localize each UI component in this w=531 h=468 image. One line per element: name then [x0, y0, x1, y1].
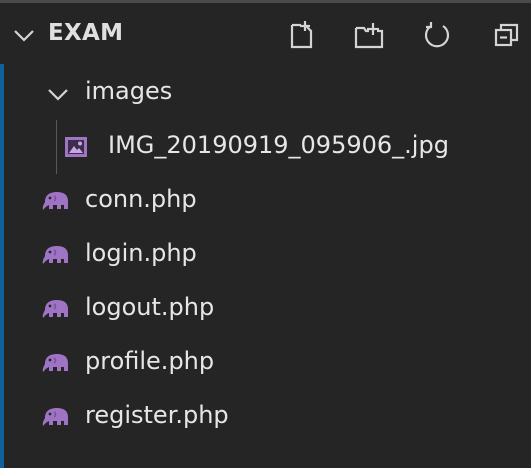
file-label: register.php	[85, 401, 229, 429]
tree-item-file-image[interactable]: IMG_20190919_095906_.jpg	[4, 120, 531, 174]
file-explorer: EXAM images IMG_20190919_095906_.jpg con…	[0, 0, 531, 468]
tree-item-file-php[interactable]: conn.php	[4, 174, 531, 228]
explorer-section-header[interactable]: EXAM	[0, 4, 531, 64]
new-folder-icon[interactable]	[350, 16, 388, 54]
refresh-icon[interactable]	[418, 16, 456, 54]
chevron-down-icon[interactable]	[47, 87, 69, 106]
file-tree: images IMG_20190919_095906_.jpg conn.php…	[0, 64, 531, 468]
php-elephant-icon	[42, 298, 70, 324]
collapse-all-icon[interactable]	[488, 16, 526, 54]
php-elephant-icon	[42, 352, 70, 378]
tree-item-file-php[interactable]: login.php	[4, 228, 531, 282]
php-elephant-icon	[42, 190, 70, 216]
file-label: IMG_20190919_095906_.jpg	[108, 131, 449, 159]
file-label: profile.php	[85, 347, 215, 375]
php-elephant-icon	[42, 244, 70, 270]
tree-item-file-php[interactable]: register.php	[4, 390, 531, 444]
new-file-icon[interactable]	[282, 16, 320, 54]
chevron-down-icon[interactable]	[13, 28, 35, 47]
file-label: conn.php	[85, 185, 197, 213]
folder-label: images	[85, 77, 173, 105]
tree-item-file-php[interactable]: logout.php	[4, 282, 531, 336]
image-file-icon	[64, 136, 88, 162]
tree-item-file-php[interactable]: profile.php	[4, 336, 531, 390]
file-label: logout.php	[85, 293, 215, 321]
php-elephant-icon	[42, 406, 70, 432]
tree-item-folder-images[interactable]: images	[4, 66, 531, 120]
file-label: login.php	[85, 239, 197, 267]
section-title: EXAM	[48, 20, 124, 46]
